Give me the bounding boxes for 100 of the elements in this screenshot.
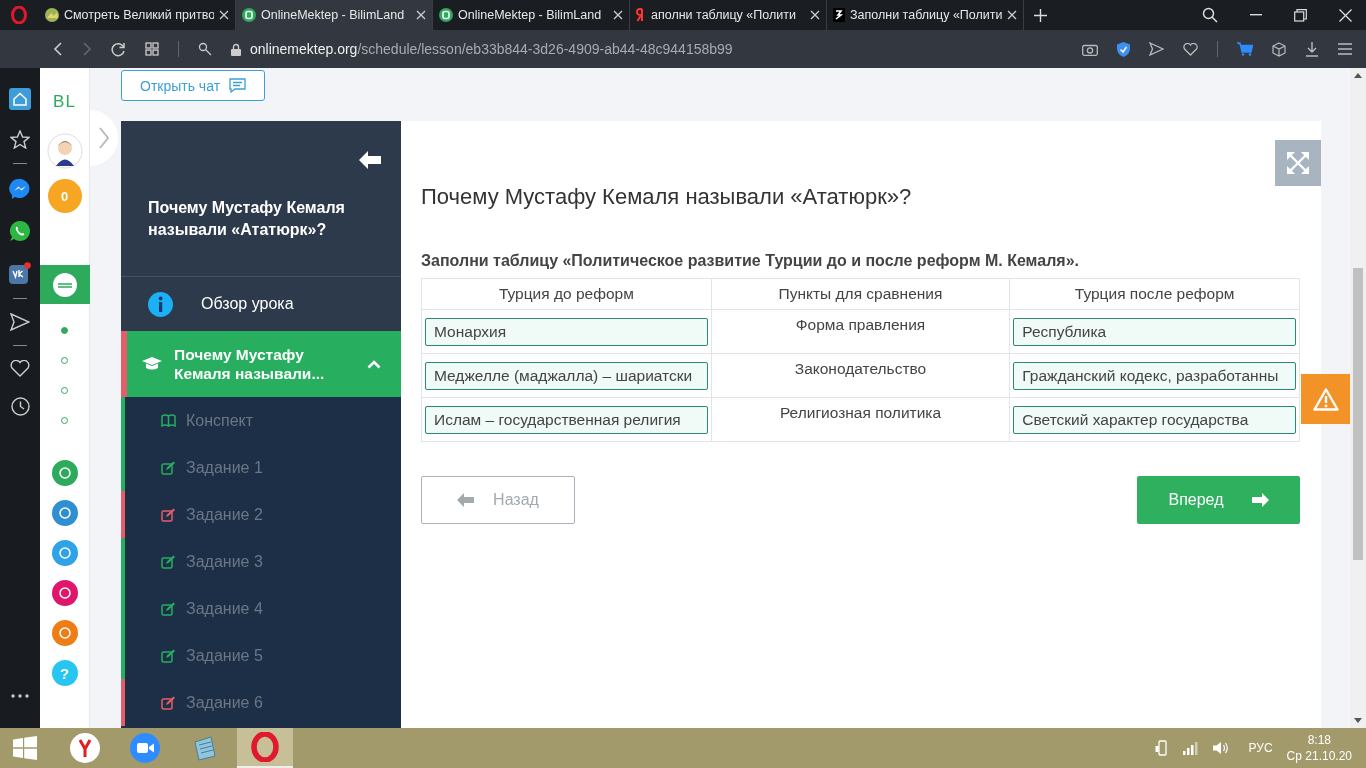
clock-date[interactable]: Ср 21.10.20: [1286, 748, 1352, 764]
camera-icon[interactable]: [1082, 42, 1098, 56]
send-icon[interactable]: [1149, 42, 1164, 56]
opera-logo-icon[interactable]: [11, 6, 27, 24]
lesson-heading: Почему Мустафу Кемаля называли «Ататюрк»?: [421, 184, 913, 210]
close-icon[interactable]: [810, 10, 820, 20]
app-icon[interactable]: [51, 540, 78, 566]
open-chat-button[interactable]: Открыть чат: [121, 70, 266, 101]
book-icon: [161, 414, 176, 427]
clock-time[interactable]: 8:18: [1307, 732, 1331, 748]
lesson-item[interactable]: Конспект: [121, 397, 401, 444]
chat-icon: [229, 78, 247, 93]
close-icon[interactable]: [1339, 8, 1352, 22]
new-tab-icon[interactable]: [1034, 8, 1047, 22]
help-button[interactable]: ?: [51, 660, 78, 686]
home-icon[interactable]: [9, 88, 31, 110]
tabs-grid-icon[interactable]: [145, 42, 159, 56]
vk-icon[interactable]: [9, 262, 31, 284]
close-icon[interactable]: [416, 10, 426, 20]
send-icon[interactable]: [10, 313, 30, 331]
edit-icon: [161, 554, 176, 569]
site-logo[interactable]: BL: [53, 92, 76, 112]
favicon-icon: [439, 8, 453, 22]
favicon-icon: [833, 8, 845, 22]
lesson-title: Почему Мустафу Кемаля называли «Ататюрк»?: [148, 198, 346, 240]
notepad-icon: [191, 734, 219, 762]
cart-icon[interactable]: [1237, 42, 1253, 56]
app-icon[interactable]: [51, 460, 78, 486]
answer-field[interactable]: Монархия: [425, 317, 708, 346]
next-button[interactable]: Вперед: [1137, 476, 1300, 524]
clock-icon[interactable]: [10, 397, 30, 416]
download-icon[interactable]: [1305, 41, 1319, 57]
tab-title: OnlineMektep - BilimLand: [458, 8, 603, 22]
tab-title: аполни таблицу «Полити: [651, 8, 797, 22]
shield-icon[interactable]: [1117, 41, 1130, 57]
lesson-item[interactable]: Задание 4: [121, 585, 401, 632]
overview-item[interactable]: Обзор урока: [121, 277, 401, 331]
lesson-item[interactable]: Задание 5: [121, 632, 401, 679]
edit-icon: [161, 460, 176, 475]
arrow-right-icon: [1251, 493, 1269, 507]
lock-icon[interactable]: [231, 42, 241, 56]
app-icon[interactable]: [51, 620, 78, 646]
tab-title: Заполни таблицу «Полити: [850, 8, 1002, 22]
step-dot[interactable]: [61, 327, 68, 334]
heart-icon[interactable]: [1183, 42, 1198, 56]
device-icon[interactable]: [1154, 740, 1169, 756]
graduation-cap-icon: [142, 356, 162, 372]
warning-icon: [1312, 387, 1339, 411]
menu-icon[interactable]: [1338, 43, 1352, 55]
arrow-left-icon: [457, 493, 475, 507]
yandex-browser-icon: [70, 733, 100, 763]
lesson-item[interactable]: Задание 6: [121, 679, 401, 726]
table-cell: Законодательство: [794, 360, 927, 377]
close-icon[interactable]: [1007, 10, 1017, 20]
answer-field[interactable]: Ислам – государственная религия: [425, 405, 708, 434]
answer-field[interactable]: Меджелле (маджалла) – шариатски: [425, 361, 708, 390]
table-cell: Религиозная политика: [779, 404, 942, 421]
scrollbar-thumb[interactable]: [1353, 268, 1363, 560]
messenger-icon[interactable]: [9, 178, 31, 200]
avatar-icon[interactable]: [46, 133, 83, 169]
answer-field[interactable]: Светский характер государства: [1013, 405, 1296, 434]
back-arrow-icon[interactable]: [359, 151, 381, 169]
restore-icon[interactable]: [1294, 8, 1307, 22]
lesson-item[interactable]: Задание 1: [121, 444, 401, 491]
cube-icon[interactable]: [1272, 41, 1286, 57]
answer-field[interactable]: Гражданский кодекс, разработанны: [1013, 361, 1296, 390]
heart-icon[interactable]: [10, 360, 30, 377]
chevron-icon: [367, 359, 381, 369]
address-field[interactable]: onlinemektep.org/schedule/lesson/eb33b844-3d26-4909-ab44-48c944158b99: [250, 41, 733, 57]
edit-icon: [161, 695, 176, 710]
search-icon[interactable]: [1202, 7, 1218, 23]
volume-icon[interactable]: [1212, 741, 1229, 755]
language-indicator[interactable]: РУС: [1248, 741, 1273, 755]
taskbar-app[interactable]: [237, 728, 293, 768]
section-header[interactable]: Почему Мустафу Кемаля называли...: [121, 331, 401, 397]
close-icon[interactable]: [219, 10, 229, 20]
app-icon[interactable]: [51, 500, 78, 526]
coin-counter: 0: [47, 179, 82, 213]
opera-icon: [251, 732, 279, 762]
scroll-down-icon[interactable]: [1354, 718, 1362, 723]
minimize-icon[interactable]: [1250, 14, 1262, 16]
scroll-up-icon[interactable]: [1354, 73, 1362, 78]
lesson-item[interactable]: Задание 3: [121, 538, 401, 585]
whatsapp-icon[interactable]: [9, 220, 31, 242]
lesson-item[interactable]: Задание 2: [121, 491, 401, 538]
column-header: Пункты для сравнения: [711, 278, 1010, 310]
browser-tab[interactable]: OnlineMektep - BilimLand: [236, 0, 433, 30]
info-icon: [148, 291, 173, 317]
start-icon[interactable]: [13, 736, 37, 760]
column-header: Турция до реформ: [421, 278, 712, 310]
signal-icon[interactable]: [1182, 741, 1199, 755]
app-icon[interactable]: [51, 580, 78, 606]
back-icon[interactable]: [53, 42, 63, 56]
column-header: Турция после реформ: [1009, 278, 1300, 310]
expand-icon: [1287, 152, 1309, 174]
star-icon[interactable]: [10, 130, 30, 149]
more-icon[interactable]: [11, 694, 29, 698]
answer-field[interactable]: Республика: [1013, 317, 1296, 346]
reload-icon[interactable]: [111, 41, 126, 57]
close-icon[interactable]: [613, 10, 623, 20]
